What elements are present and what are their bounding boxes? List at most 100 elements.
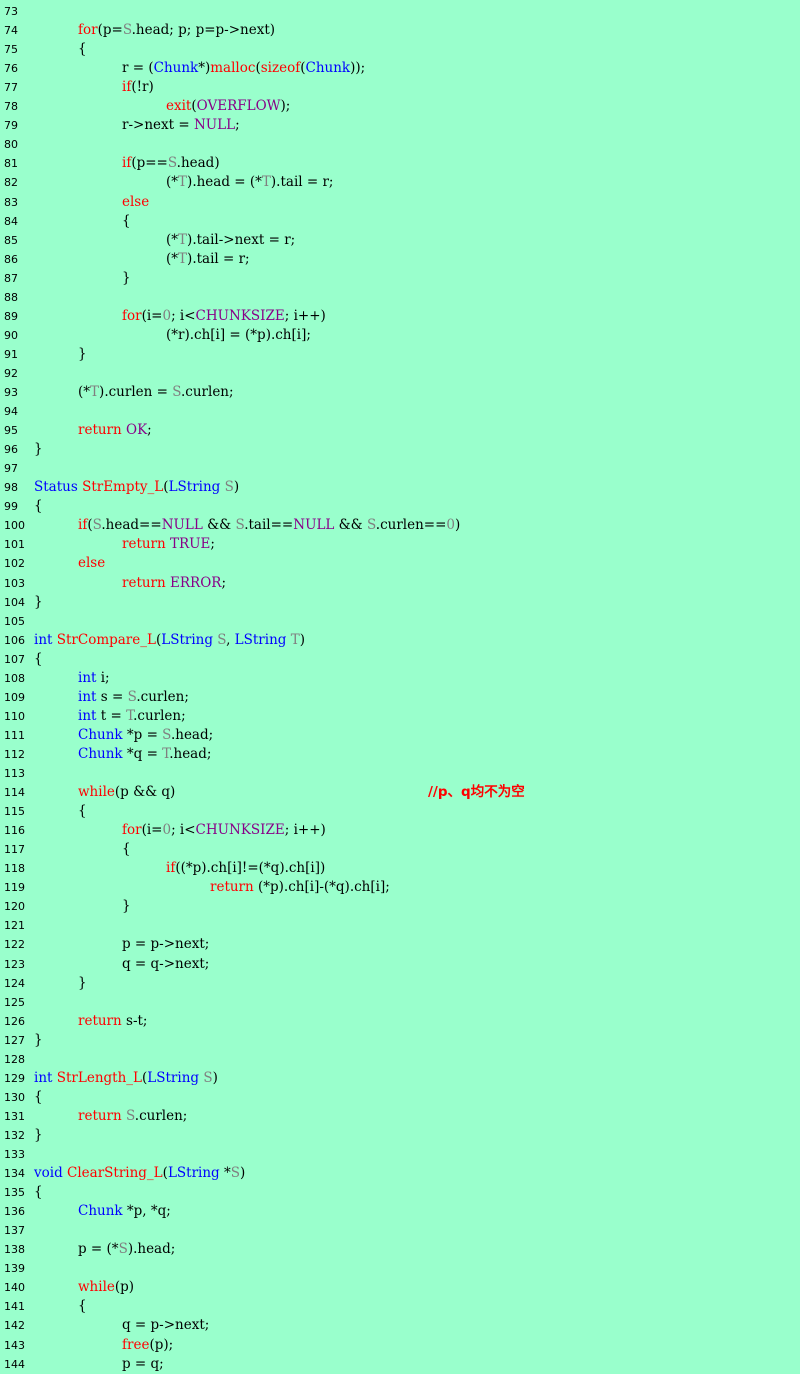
code-token: (i= <box>141 307 163 324</box>
code-token: .head; <box>169 745 212 762</box>
line-number: 108 <box>4 671 25 685</box>
code-token: T <box>290 631 300 648</box>
line-number: 83 <box>4 195 18 209</box>
code-token: Chunk <box>78 726 123 743</box>
line-number: 88 <box>4 290 18 304</box>
code-token: } <box>122 269 131 286</box>
code-text: { <box>34 497 43 516</box>
code-token: return <box>210 879 254 896</box>
line-number: 109 <box>4 690 25 704</box>
line-number: 139 <box>4 1262 25 1276</box>
code-token: r = ( <box>122 60 154 77</box>
code-token: ); <box>280 98 291 115</box>
code-token: ) <box>233 479 240 496</box>
code-line: 77 if(!r) <box>0 78 800 97</box>
code-token: S <box>162 726 171 743</box>
code-line: 87} <box>0 269 800 288</box>
code-token: TRUE <box>170 536 211 553</box>
code-token: .head; p; p=p->next) <box>131 22 276 39</box>
code-token: t = <box>96 707 127 724</box>
code-line: 86 (*T).tail = r; <box>0 250 800 269</box>
code-token: ((*p).ch[i]!=(*q).ch[i]) <box>175 860 326 877</box>
code-editor[interactable]: 73 74 for(p=S.head; p; p=p->next) 75{76 r = … <box>0 0 800 1372</box>
code-line: 134 void ClearString_L(LString *S) <box>0 1164 800 1183</box>
code-token: { <box>78 803 87 820</box>
code-line: 84 { <box>0 212 800 231</box>
code-text: exit(OVERFLOW); <box>166 97 290 116</box>
code-token: .curlen== <box>375 517 447 534</box>
code-text: } <box>78 974 87 993</box>
code-token: S <box>367 517 376 534</box>
code-line: 74 for(p=S.head; p; p=p->next) <box>0 21 800 40</box>
code-line: 110 int t = T.curlen; <box>0 707 800 726</box>
code-text: } <box>34 1126 43 1145</box>
code-text: return OK; <box>78 421 152 440</box>
code-token: q = q->next; <box>122 955 210 972</box>
code-line: 94 <box>0 402 800 421</box>
line-number: 73 <box>4 5 18 18</box>
line-number: 111 <box>4 728 25 742</box>
code-token: Status <box>34 479 78 496</box>
line-number: 86 <box>4 252 18 266</box>
code-line: 129 int StrLength_L(LString S) <box>0 1069 800 1088</box>
code-line: 95 return OK; <box>0 421 800 440</box>
code-text: int StrLength_L(LString S) <box>34 1069 218 1088</box>
code-token: *) <box>198 60 211 77</box>
code-line: 111 Chunk *p = S.head; <box>0 726 800 745</box>
code-text: (*T).curlen = S.curlen; <box>78 383 234 402</box>
line-number: 92 <box>4 366 18 380</box>
code-token: } <box>34 1126 43 1143</box>
code-token: StrCompare_L <box>56 631 156 648</box>
line-number: 130 <box>4 1090 25 1104</box>
code-token: for <box>122 822 142 839</box>
code-line: 144 p = q; <box>0 1355 800 1374</box>
code-line: 113 <box>0 764 800 783</box>
code-line: 119 return (*p).ch[i]-(*q).ch[i]; <box>0 878 800 897</box>
code-text: for(i=0; i<CHUNKSIZE; i++) <box>122 307 326 326</box>
code-line: 108 int i; <box>0 669 800 688</box>
code-text: { <box>78 1297 87 1316</box>
code-line: 109 int s = S.curlen; <box>0 688 800 707</box>
line-number: 104 <box>4 595 25 609</box>
code-text: else <box>122 193 149 212</box>
code-token: ) <box>299 631 306 648</box>
code-token: Chunk <box>78 1203 123 1220</box>
code-text: void ClearString_L(LString *S) <box>34 1164 245 1183</box>
code-text: if(p==S.head) <box>122 154 220 173</box>
code-token: S <box>122 22 132 39</box>
line-number: 117 <box>4 843 25 857</box>
code-line: 96} <box>0 440 800 459</box>
code-text: } <box>34 593 43 612</box>
code-text: } <box>122 269 131 288</box>
code-text: else <box>78 554 105 573</box>
code-token: ; <box>210 536 215 553</box>
line-number: 143 <box>4 1338 25 1352</box>
code-line: 83 else <box>0 193 800 212</box>
code-line: 107 { <box>0 650 800 669</box>
code-text: p = q; <box>122 1355 164 1374</box>
code-token: s-t; <box>121 1012 148 1029</box>
code-line: 122 p = p->next; <box>0 935 800 954</box>
line-number: 137 <box>4 1224 25 1238</box>
code-token: if <box>122 79 132 96</box>
code-token: (* <box>166 174 179 191</box>
code-text: } <box>78 345 87 364</box>
code-text: return TRUE; <box>122 535 215 554</box>
code-token: S <box>167 155 177 172</box>
code-token: T <box>178 231 188 248</box>
code-line: 118 if((*p).ch[i]!=(*q).ch[i]) <box>0 859 800 878</box>
line-number: 119 <box>4 881 25 895</box>
line-number: 107 <box>4 652 25 666</box>
code-token: 0 <box>162 307 172 324</box>
code-token: ).tail = r; <box>187 250 250 267</box>
code-line: 102 else <box>0 554 800 573</box>
code-token: else <box>122 193 150 210</box>
code-token: ).curlen = <box>99 384 173 400</box>
line-number: 128 <box>4 1052 25 1066</box>
code-token: 0 <box>446 517 455 534</box>
code-text: while(p && q) <box>78 783 175 802</box>
code-token: ; i++) <box>284 822 326 839</box>
code-token: (p== <box>131 155 168 172</box>
code-line: 131 return S.curlen; <box>0 1107 800 1126</box>
code-text: (*T).head = (*T).tail = r; <box>166 173 333 192</box>
